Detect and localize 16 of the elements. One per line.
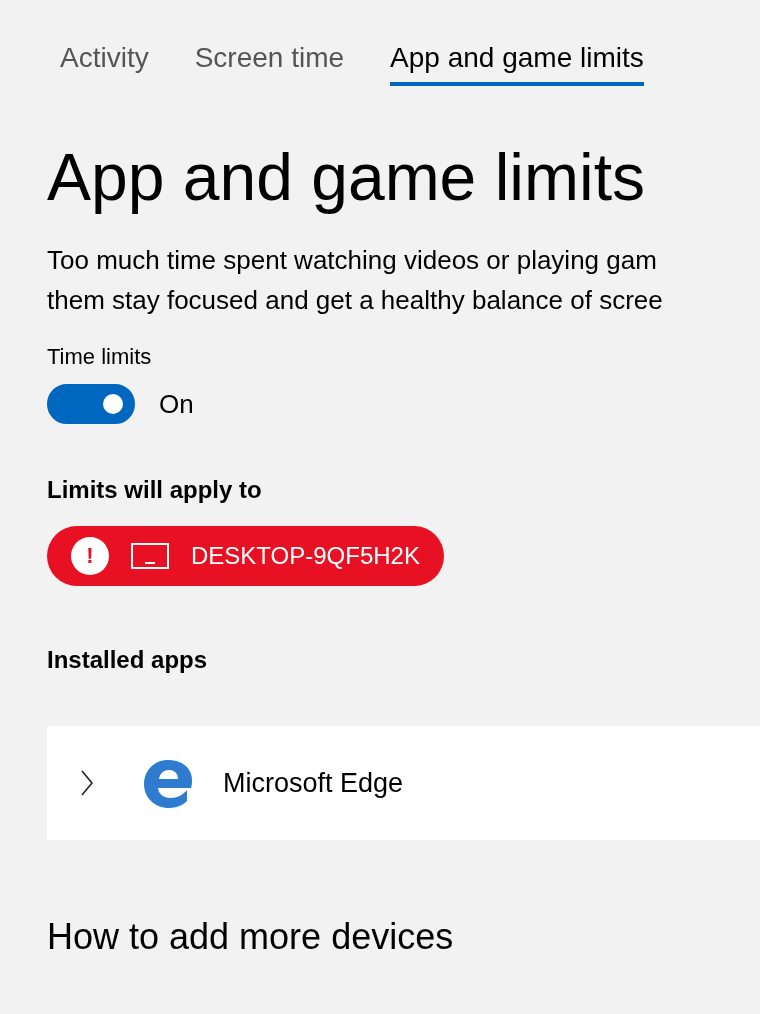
section-heading: Installed apps — [47, 646, 208, 674]
laptop-icon — [131, 543, 169, 569]
device-badge[interactable]: ! DESKTOP-9QF5H2K — [47, 526, 444, 586]
chevron-right-icon[interactable] — [81, 770, 93, 796]
toggle-switch[interactable] — [47, 384, 135, 424]
tab[interactable]: Screen time — [194, 42, 345, 86]
tab[interactable]: App and game limits — [390, 42, 644, 86]
section-title: How to add more devices — [47, 916, 454, 958]
toggle-state: On — [159, 388, 194, 420]
field-label: Time limits — [47, 344, 152, 370]
tab[interactable]: Activity — [60, 42, 149, 86]
alert-icon: ! — [71, 537, 109, 575]
section-heading: Limits will apply to — [47, 476, 262, 504]
app-row[interactable]: Microsoft Edge — [47, 726, 760, 840]
app-name: Microsoft Edge — [223, 767, 404, 799]
description: Too much time spent watching videos or playing gam them stay focused and get a healthy balance of scree — [47, 244, 663, 317]
